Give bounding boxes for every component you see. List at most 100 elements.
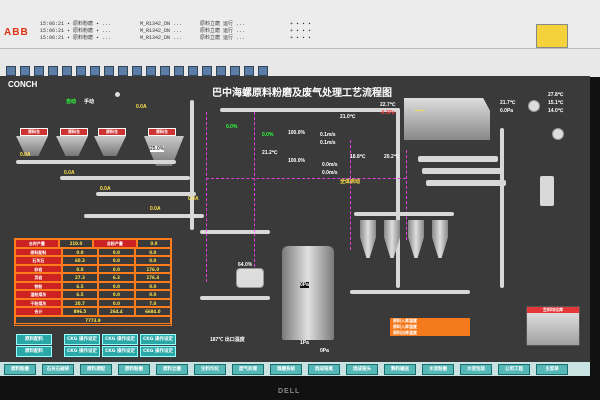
toolbar-icon[interactable] [230, 66, 240, 76]
flow-value: 0.0A [150, 206, 161, 212]
nav-button[interactable]: 原料粉磨 [118, 364, 150, 375]
toolbar-icon[interactable] [132, 66, 142, 76]
dosing-button[interactable]: 原料配料 [16, 334, 52, 345]
signal-line [206, 112, 207, 282]
toolbar-icon[interactable] [258, 66, 268, 76]
toolbar-icon[interactable] [62, 66, 72, 76]
hopper-label: 原料仓 [60, 128, 88, 136]
bag-filter[interactable] [404, 98, 490, 140]
flow-value: 0.0A [188, 196, 199, 202]
belt-conveyor [16, 160, 176, 164]
nav-button[interactable]: 原料粉磨 [4, 364, 36, 375]
ckg-button[interactable]: CKG 操作设定 [140, 334, 176, 345]
nav-button[interactable]: 烧成窑头 [346, 364, 378, 375]
ckg-button[interactable]: CKG 操作设定 [64, 346, 100, 357]
ckg-button[interactable]: CKG 操作设定 [64, 334, 100, 345]
chimney [540, 176, 554, 206]
nav-button[interactable]: 烧成窑尾 [308, 364, 340, 375]
vertical-mill[interactable] [282, 246, 334, 340]
belt-conveyor [200, 230, 270, 234]
table-row: 原料配料 0.0 0.0 0.0 [15, 247, 172, 256]
air-speed: 0.0m/s [322, 162, 338, 168]
belt-conveyor [60, 176, 190, 180]
fan-icon[interactable] [552, 128, 564, 140]
toolbar-icon[interactable] [90, 66, 100, 76]
toolbar-icon[interactable] [244, 66, 254, 76]
pressure: 0Pa [320, 348, 329, 354]
toolbar-icon[interactable] [76, 66, 86, 76]
homogenizing-silo[interactable]: 生料均化库 [526, 306, 580, 346]
belt-conveyor [84, 214, 204, 218]
hopper-label: 原料仓 [20, 128, 48, 136]
filter-value: ▪▪▪▪▪▪ [414, 108, 425, 114]
alarm-list-3[interactable]: 原料立磨 运行 ... 原料立磨 运行 ... 原料立磨 运行 ... [200, 21, 245, 42]
pressure: 1Pa [300, 340, 309, 346]
hopper-label: 原料仓 [148, 128, 176, 136]
toolbar-icon[interactable] [216, 66, 226, 76]
flow-value: 0.0A [20, 152, 31, 158]
toolbar-icon[interactable] [48, 66, 58, 76]
alarm-list[interactable]: 15:06:21 ▪ 原料粉磨 ▪ ... 15:06:21 ▪ 原料粉磨 ▪ .… [40, 21, 111, 42]
temperature: 15.1℃ [548, 100, 564, 106]
page-title: 巴中海螺原料粉磨及废气处理工艺流程图 [212, 88, 392, 99]
air-duct [500, 128, 504, 288]
toolbar-icon[interactable] [146, 66, 156, 76]
speed-value: 0.0% [262, 132, 274, 138]
dosing-button[interactable]: 原料配料 [16, 346, 52, 357]
manual-label: 手动 [84, 99, 95, 105]
pressure: 0.0Pa [500, 108, 514, 114]
nav-button[interactable]: 煤磨系统 [270, 364, 302, 375]
ckg-button[interactable]: CKG 操作设定 [102, 334, 138, 345]
table-row: 铁粉 6.5 0.0 0.0 [15, 281, 172, 290]
nav-button[interactable]: 原料立磨 [156, 364, 188, 375]
signal-line [206, 178, 406, 179]
toolbar-icon[interactable] [174, 66, 184, 76]
ckg-button[interactable]: CKG 操作设定 [140, 346, 176, 357]
belt-conveyor [96, 192, 196, 196]
toolbar-icon[interactable] [104, 66, 114, 76]
air-duct [354, 212, 454, 216]
speed-value: 0.0% [226, 124, 238, 130]
mill-speed: 100.0% [288, 158, 305, 164]
flow-value: 0.0A [100, 186, 111, 192]
toolbar-icon[interactable] [20, 66, 30, 76]
nav-button[interactable]: 熟料输送 [384, 364, 416, 375]
nav-button[interactable]: 原料调配 [80, 364, 112, 375]
nav-button[interactable]: 石灰石破碎 [42, 364, 74, 375]
dcs-toolbar [0, 48, 600, 77]
alarm-list-2[interactable]: M_R1342_DN ... M_R1342_DN ... M_R1342_DN .… [140, 21, 182, 42]
alarm-indicator[interactable] [536, 24, 568, 48]
signal-line [254, 112, 255, 272]
screw-conveyor [418, 156, 498, 162]
monitor-brand: DELL [278, 388, 301, 395]
valve-icon[interactable] [115, 92, 120, 97]
ckg-button[interactable]: CKG 操作设定 [102, 346, 138, 357]
nav-button[interactable]: 公用工程 [498, 364, 530, 375]
status-box: 原料入库温度 原料入库温度 原料出库温度 [390, 318, 470, 336]
toolbar-icon[interactable] [160, 66, 170, 76]
alarm-list-4[interactable]: + ▪ ▪ ▪ + ▪ ▪ ▪ + ▪ ▪ ▪ [290, 21, 311, 42]
toolbar-icon[interactable] [6, 66, 16, 76]
air-speed: 0.0m/s [322, 170, 338, 176]
toolbar-icon[interactable] [188, 66, 198, 76]
production-table: 台时产量 210.0 总粉产量 0.0 原料配料 0.0 0.0 0.0 石灰石… [14, 238, 172, 326]
table-footer-row: 7773.9 [15, 315, 171, 324]
conch-logo: CONCH [8, 80, 38, 89]
mill-speed: 100.0% [288, 130, 305, 136]
nav-button[interactable]: 水泥包装 [460, 364, 492, 375]
table-row: 页岩 27.3 6.3 176.4 [15, 273, 172, 282]
fan-icon[interactable] [528, 100, 540, 112]
hot-air-fan[interactable] [236, 268, 264, 288]
table-row: 干粉煤灰 20.7 0.0 7.0 [15, 298, 172, 307]
nav-button[interactable]: 水泥粉磨 [422, 364, 454, 375]
toolbar-icon[interactable] [202, 66, 212, 76]
toolbar-icon[interactable] [118, 66, 128, 76]
air-duct [220, 108, 400, 112]
toolbar-icon[interactable] [34, 66, 44, 76]
temperature: 21.0℃ [340, 114, 356, 120]
nav-button[interactable]: 生料均化 [194, 364, 226, 375]
nav-button[interactable]: 主菜单 [536, 364, 568, 375]
air-speed: 0.1m/s [320, 132, 336, 138]
nav-button[interactable]: 废气处理 [232, 364, 264, 375]
temperature: 20.2℃ [384, 154, 400, 160]
